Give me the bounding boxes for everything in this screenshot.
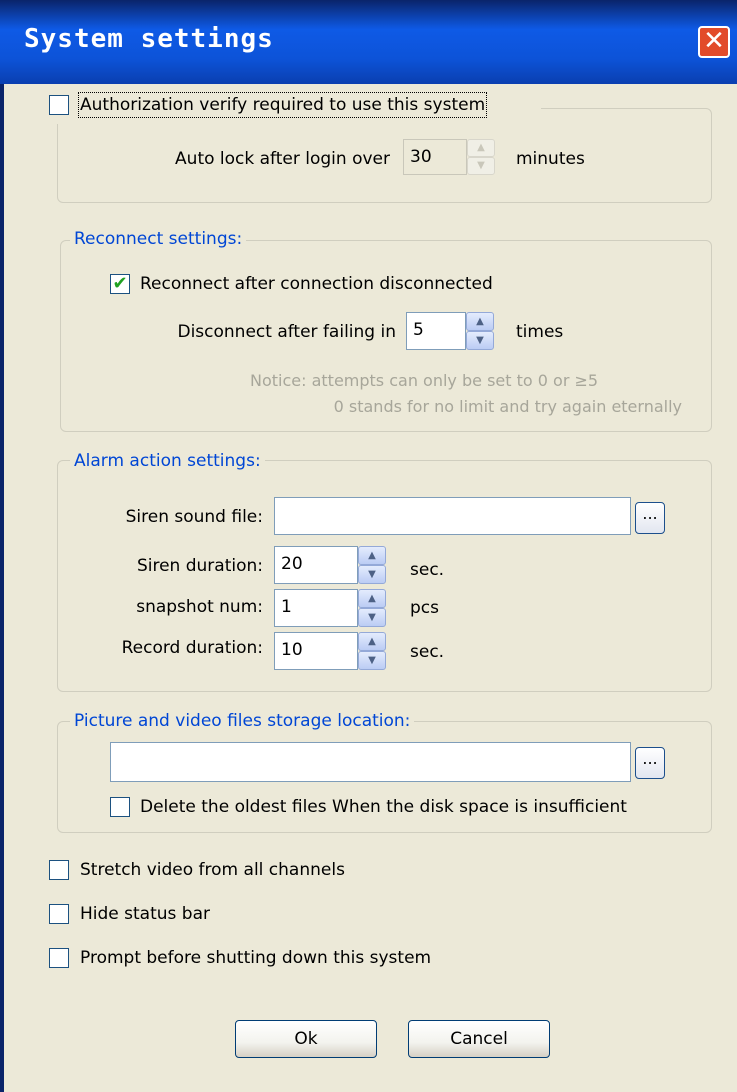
prompt-shutdown-label[interactable]: Prompt before shutting down this system: [80, 947, 431, 969]
prompt-shutdown-checkbox[interactable]: [49, 948, 69, 968]
up-arrow-icon[interactable]: ▲: [467, 139, 495, 157]
storage-legend: Picture and video files storage location…: [70, 710, 415, 732]
close-icon: ✕: [703, 26, 725, 56]
siren-file-label: Siren sound file:: [125, 507, 263, 527]
snapshot-spinner[interactable]: ▲ ▼: [358, 589, 386, 627]
siren-duration-input[interactable]: 20: [274, 546, 358, 584]
alarm-legend: Alarm action settings:: [70, 450, 265, 472]
disconnect-label: Disconnect after failing in: [177, 322, 396, 342]
hide-status-bar-checkbox[interactable]: [49, 904, 69, 924]
ok-button[interactable]: Ok: [235, 1020, 377, 1058]
reconnect-notice-line1: Notice: attempts can only be set to 0 or…: [250, 371, 599, 390]
auto-lock-unit: minutes: [516, 149, 585, 169]
auto-lock-input[interactable]: 30: [403, 139, 467, 175]
down-arrow-icon[interactable]: ▼: [358, 565, 386, 584]
system-settings-dialog: System settings ✕ Authorization verify r…: [0, 0, 737, 1092]
up-arrow-icon[interactable]: ▲: [358, 546, 386, 565]
close-button[interactable]: ✕: [698, 26, 730, 58]
window-title: System settings: [24, 24, 274, 54]
disconnect-input[interactable]: 5: [406, 312, 466, 350]
authorization-checkbox-label[interactable]: Authorization verify required to use thi…: [77, 92, 488, 118]
reconnect-checkbox[interactable]: ✔: [110, 274, 130, 294]
authorization-checkbox[interactable]: [49, 95, 69, 115]
stretch-video-label[interactable]: Stretch video from all channels: [80, 859, 345, 881]
record-duration-label: Record duration:: [121, 638, 263, 658]
record-duration-unit: sec.: [410, 642, 445, 662]
up-arrow-icon[interactable]: ▲: [466, 312, 494, 331]
hide-status-bar-label[interactable]: Hide status bar: [80, 903, 210, 925]
record-duration-input[interactable]: 10: [274, 632, 358, 670]
siren-file-browse-button[interactable]: ...: [635, 502, 665, 534]
snapshot-label: snapshot num:: [136, 597, 263, 617]
siren-file-input[interactable]: [274, 497, 631, 535]
down-arrow-icon[interactable]: ▼: [466, 331, 494, 350]
record-duration-spinner[interactable]: ▲ ▼: [358, 632, 386, 670]
down-arrow-icon[interactable]: ▼: [358, 608, 386, 627]
storage-browse-button[interactable]: ...: [635, 747, 665, 779]
down-arrow-icon[interactable]: ▼: [467, 157, 495, 175]
reconnect-legend: Reconnect settings:: [70, 228, 247, 250]
snapshot-input[interactable]: 1: [274, 589, 358, 627]
delete-oldest-checkbox[interactable]: [110, 797, 130, 817]
siren-duration-label: Siren duration:: [136, 556, 263, 576]
snapshot-unit: pcs: [410, 598, 439, 618]
auto-lock-spinner[interactable]: ▲ ▼: [467, 139, 495, 175]
delete-oldest-label[interactable]: Delete the oldest files When the disk sp…: [140, 796, 627, 818]
siren-duration-unit: sec.: [410, 560, 445, 580]
reconnect-checkbox-label[interactable]: Reconnect after connection disconnected: [140, 273, 493, 295]
up-arrow-icon[interactable]: ▲: [358, 589, 386, 608]
disconnect-spinner[interactable]: ▲ ▼: [466, 312, 494, 350]
disconnect-unit: times: [516, 322, 564, 342]
stretch-video-checkbox[interactable]: [49, 860, 69, 880]
storage-path-input[interactable]: [110, 742, 631, 782]
cancel-button[interactable]: Cancel: [408, 1020, 550, 1058]
siren-duration-spinner[interactable]: ▲ ▼: [358, 546, 386, 584]
check-icon: ✔: [112, 273, 128, 294]
title-bar[interactable]: System settings ✕: [0, 0, 737, 84]
up-arrow-icon[interactable]: ▲: [358, 632, 386, 651]
reconnect-notice-line2: 0 stands for no limit and try again eter…: [333, 397, 682, 416]
down-arrow-icon[interactable]: ▼: [358, 651, 386, 670]
auto-lock-label: Auto lock after login over: [175, 149, 390, 169]
window-border: [0, 84, 4, 1092]
